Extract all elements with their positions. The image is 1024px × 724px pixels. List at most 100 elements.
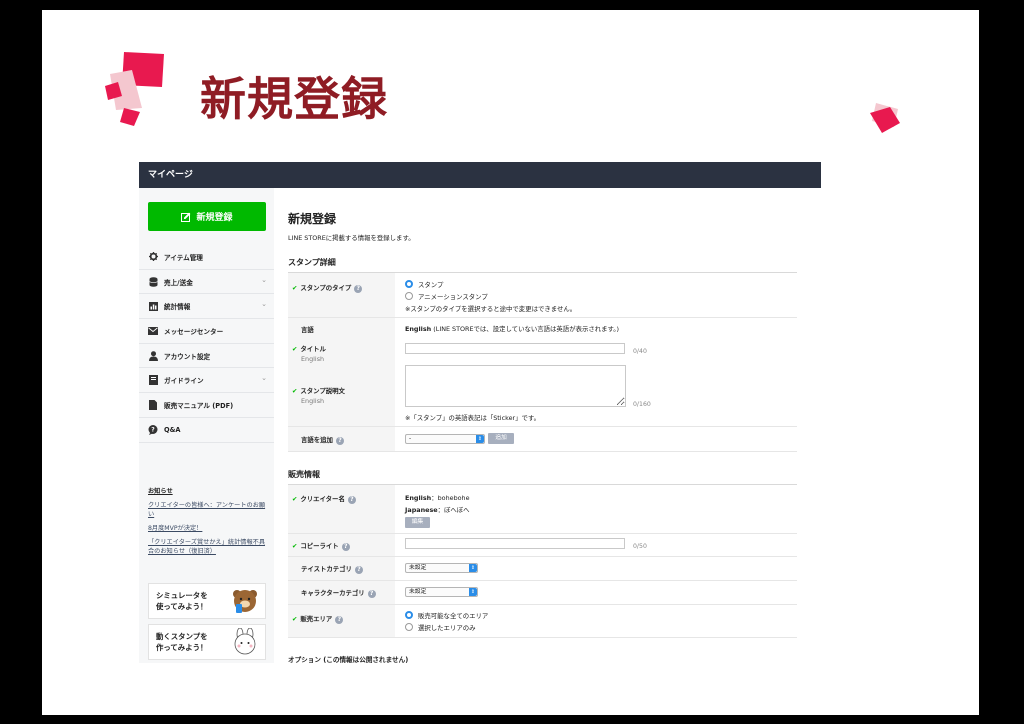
- sidebar-item-item-management[interactable]: アイテム管理: [139, 245, 274, 270]
- row-language-title-description: 言語 English (LINE STOREでは、設定していない言語は英語が表示…: [288, 318, 797, 427]
- help-icon[interactable]: ?: [335, 616, 344, 624]
- help-icon[interactable]: ?: [367, 590, 376, 598]
- notice-link[interactable]: 8月度MVPが決定！: [148, 524, 268, 533]
- sidebar-item-message-center[interactable]: メッセージセンター: [139, 319, 274, 344]
- field-label: テイストカテゴリ?: [301, 564, 363, 574]
- radio-option-selected-areas[interactable]: 選択したエリアのみ: [405, 623, 476, 632]
- chevron-down-icon: ⌄: [261, 374, 267, 383]
- row-sales-area: ✔ 販売エリア? 販売可能な全てのエリア 選択したエリアのみ: [288, 605, 797, 638]
- radio-icon[interactable]: [405, 292, 413, 300]
- radio-option-stamp[interactable]: スタンプ: [405, 280, 443, 289]
- sidebar-item-sales-manual-pdf[interactable]: 販売マニュアル (PDF): [139, 393, 274, 418]
- help-icon[interactable]: ?: [347, 496, 356, 504]
- description-sublabel: English: [301, 397, 325, 405]
- language-label: 言語: [301, 326, 314, 334]
- creator-english-line: English：bohebohe: [405, 493, 470, 502]
- select-value: 未設定: [409, 565, 427, 571]
- sidebar-item-label: アイテム管理: [164, 253, 203, 262]
- checkmark-icon: ✔: [292, 495, 298, 503]
- white-rabbit-character-icon: [234, 628, 256, 655]
- sidebar-item-label: 売上/送金: [164, 278, 193, 287]
- title-char-count: 0/40: [633, 348, 647, 355]
- sidebar-item-label: メッセージセンター: [164, 327, 224, 336]
- edit-creator-button[interactable]: 編集: [405, 517, 430, 528]
- main-content: 新規登録 LINE STOREに掲載する情報を登録します。 スタンプ詳細 ✔ スタ…: [288, 188, 808, 663]
- new-registration-label: 新規登録: [196, 212, 233, 222]
- help-icon[interactable]: ?: [354, 566, 363, 574]
- sidebar-menu: アイテム管理 売上/送金 ⌄ 統計情報 ⌄ メッセージセンター アカウント設定: [139, 245, 274, 443]
- edit-icon: [181, 212, 191, 222]
- description-note: ※「スタンプ」の英語表記は「Sticker」です。: [405, 414, 541, 422]
- chart-icon: [148, 301, 158, 311]
- page-subtitle: LINE STOREに掲載する情報を登録します。: [288, 234, 415, 242]
- add-language-button[interactable]: 追加: [488, 433, 514, 444]
- speech-bubble-icon: ?: [148, 424, 158, 435]
- sidebar: 新規登録 アイテム管理 売上/送金 ⌄ 統計情報 ⌄ メッセージセンター アカウ…: [139, 188, 274, 663]
- creator-japanese-label: Japanese: [405, 506, 438, 514]
- row-creator-name: ✔ クリエイター名? English：bohebohe Japanese：ぼへぼへ…: [288, 485, 797, 534]
- sidebar-item-sales[interactable]: 売上/送金 ⌄: [139, 270, 274, 295]
- field-label: ✔ コピーライト?: [292, 541, 350, 551]
- field-label: ✔ 販売エリア?: [292, 614, 344, 624]
- chevron-down-icon: ⌄: [261, 275, 267, 284]
- screenshot-window: マイページ 新規登録 アイテム管理 売上/送金 ⌄ 統計情報 ⌄ メッセージセン…: [139, 162, 821, 663]
- field-label: ✔ スタンプのタイプ?: [292, 283, 363, 293]
- page-title: 新規登録: [288, 212, 337, 226]
- sidebar-item-account-settings[interactable]: アカウント設定: [139, 344, 274, 369]
- notice-title[interactable]: お知らせ: [148, 486, 268, 495]
- description-textarea[interactable]: [405, 365, 626, 407]
- character-category-label: キャラクターカテゴリ: [301, 589, 365, 597]
- section-title-sales-info: 販売情報: [288, 470, 320, 479]
- new-registration-button[interactable]: 新規登録: [148, 202, 266, 231]
- svg-text:?: ?: [151, 426, 155, 433]
- radio-label: スタンプ: [418, 281, 444, 289]
- checkmark-icon: ✔: [292, 345, 298, 353]
- notice-link[interactable]: クリエイターの皆様へ：アンケートのお願い: [148, 501, 268, 519]
- sidebar-item-label: ガイドライン: [164, 377, 204, 386]
- radio-selected-icon[interactable]: [405, 280, 413, 288]
- sidebar-item-guidelines[interactable]: ガイドライン ⌄: [139, 368, 274, 394]
- description-char-count: 0/160: [633, 401, 651, 408]
- row-copyright: ✔ コピーライト? 0/50: [288, 534, 797, 557]
- creator-english-value: ：bohebohe: [431, 494, 470, 502]
- help-icon[interactable]: ?: [354, 285, 363, 293]
- help-icon[interactable]: ?: [341, 543, 350, 551]
- title-input[interactable]: [405, 343, 625, 354]
- radio-option-animation-stamp[interactable]: アニメーションスタンプ: [405, 292, 488, 301]
- simulator-banner[interactable]: シミュレータを 使ってみよう！: [148, 583, 266, 619]
- field-label: ✔ スタンプ説明文 English: [292, 386, 345, 405]
- help-icon[interactable]: ?: [335, 437, 344, 445]
- radio-option-all-areas[interactable]: 販売可能な全てのエリア: [405, 611, 488, 620]
- taste-category-select[interactable]: 未設定 ⇕: [405, 563, 478, 573]
- sidebar-item-label: 販売マニュアル (PDF): [164, 401, 234, 410]
- character-category-select[interactable]: 未設定 ⇕: [405, 587, 478, 597]
- radio-label: 販売可能な全てのエリア: [418, 612, 489, 620]
- radio-label: 選択したエリアのみ: [418, 624, 476, 632]
- add-language-label: 言語を追加: [301, 436, 333, 444]
- label-column: [288, 273, 395, 317]
- field-label: 言語を追加?: [301, 435, 344, 445]
- sidebar-item-statistics[interactable]: 統計情報 ⌄: [139, 294, 274, 320]
- field-label: キャラクターカテゴリ?: [301, 588, 376, 598]
- creator-japanese-value: ：ぼへぼへ: [437, 506, 470, 514]
- document-icon: [148, 399, 158, 410]
- animated-sticker-banner[interactable]: 動くスタンプを 作ってみよう！: [148, 624, 266, 660]
- select-arrows-icon: ⇕: [469, 564, 477, 572]
- language-note: (LINE STOREでは、設定していない言語は英語が表示されます。): [431, 325, 619, 333]
- notice-link[interactable]: 「クリエイターズ賞せかえ」統計情報不具合のお知らせ（復旧済）: [148, 538, 268, 556]
- title-label: タイトル: [300, 345, 326, 353]
- radio-selected-icon[interactable]: [405, 611, 413, 619]
- sidebar-item-qa[interactable]: ? Q&A: [139, 418, 274, 443]
- label-column: [288, 485, 395, 533]
- copyright-input[interactable]: [405, 538, 625, 549]
- field-label: ✔ クリエイター名?: [292, 494, 356, 504]
- row-stamp-type: ✔ スタンプのタイプ? スタンプ アニメーションスタンプ ※スタンプのタイプを選択…: [288, 273, 797, 318]
- language-value: English: [405, 325, 432, 333]
- radio-icon[interactable]: [405, 623, 413, 631]
- select-arrows-icon: ⇕: [469, 588, 477, 596]
- decorative-shapes-left: [105, 52, 164, 126]
- radio-label: アニメーションスタンプ: [418, 293, 488, 301]
- title-sublabel: English: [301, 355, 325, 363]
- add-language-select[interactable]: - ⇕: [405, 434, 485, 444]
- sidebar-item-label: Q&A: [164, 425, 181, 434]
